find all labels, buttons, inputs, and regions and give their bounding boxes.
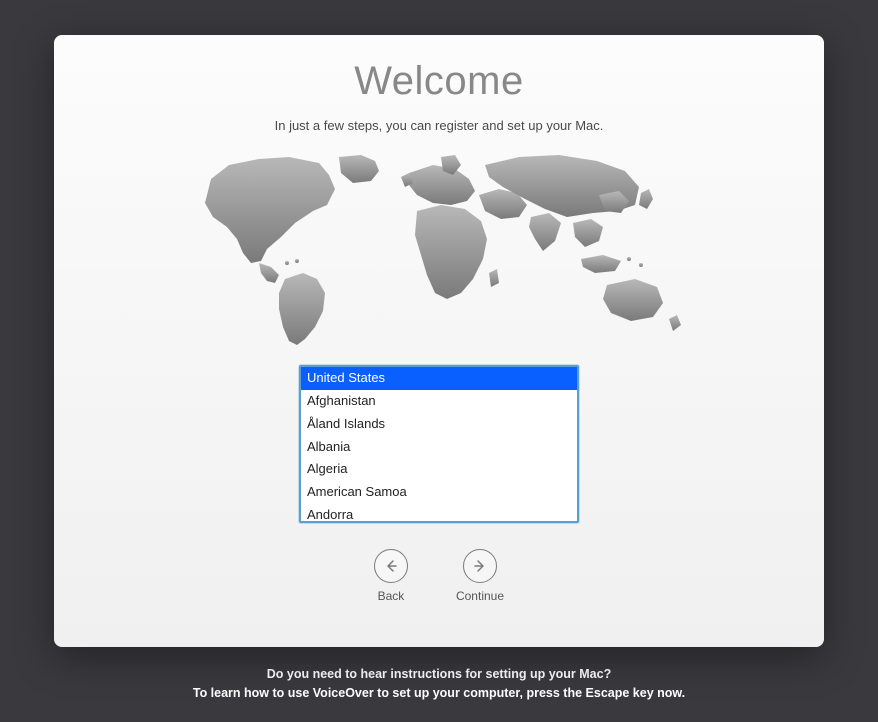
arrow-right-icon [463,549,497,583]
country-listbox[interactable]: United States Afghanistan Åland Islands … [299,365,579,523]
page-title: Welcome [354,59,523,104]
back-label: Back [378,589,405,603]
continue-label: Continue [456,589,504,603]
footer-line-1: Do you need to hear instructions for set… [0,665,878,684]
country-option[interactable]: Albania [301,436,577,459]
footer: Do you need to hear instructions for set… [0,665,878,703]
footer-line-2: To learn how to use VoiceOver to set up … [0,684,878,703]
country-option[interactable]: Andorra [301,504,577,523]
continue-button[interactable]: Continue [456,549,504,603]
world-map [189,151,689,351]
back-button[interactable]: Back [374,549,408,603]
setup-window: Welcome In just a few steps, you can reg… [54,35,824,647]
country-option[interactable]: Afghanistan [301,390,577,413]
country-option[interactable]: Algeria [301,458,577,481]
country-option[interactable]: United States [301,367,577,390]
country-option[interactable]: Åland Islands [301,413,577,436]
arrow-left-icon [374,549,408,583]
page-subtitle: In just a few steps, you can register an… [275,118,604,133]
country-option[interactable]: American Samoa [301,481,577,504]
nav-bar: Back Continue [374,549,504,603]
